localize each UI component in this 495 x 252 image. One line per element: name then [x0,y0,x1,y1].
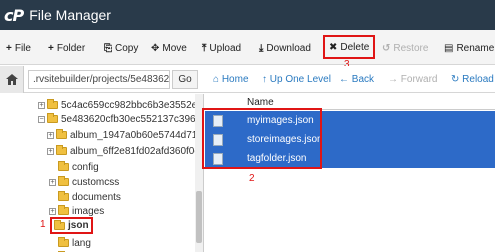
tree-item[interactable]: + album_1947a0b60e5744d71f619 [47,128,203,142]
reload-button[interactable]: ↻ Reload [451,74,494,85]
restore-button[interactable]: ↺ Restore [382,39,428,57]
expand-icon[interactable]: − [38,115,45,123]
tree-item[interactable]: documents [58,190,121,204]
plus-icon: + [6,42,12,54]
copy-icon: ⎘ [104,42,112,54]
back-button[interactable]: ← Back [339,74,374,85]
expand-icon[interactable]: + [47,131,54,139]
move-icon: ✥ [151,42,160,54]
move-button[interactable]: ✥ Move [151,39,187,57]
path-bar: .rvsitebuilder/projects/5e48362f Go ⌂ Ho… [0,66,495,93]
tree-item[interactable]: −5e483620cfb30ec552137c396d2b9 [38,112,203,126]
folder-icon [58,237,69,247]
folder-icon [58,205,69,215]
up-one-level-button[interactable]: ↑ Up One Level [262,74,331,85]
name-column-header: Name [247,97,274,108]
toolbar: + File + Folder ⎘ Copy ✥ Move ⤒ Upload ⤓ Downl… [0,30,495,70]
folder-icon [56,129,67,139]
forward-button[interactable]: → Forward [388,74,437,85]
annotation-1: 1 [40,219,46,230]
reload-icon: ↻ [451,74,460,85]
go-button[interactable]: Go [172,70,198,89]
arrow-right-icon: → [388,74,398,85]
tree-item[interactable]: lang [58,236,91,250]
scroll-thumb[interactable] [196,191,202,243]
path-input[interactable]: .rvsitebuilder/projects/5e48362f [28,70,170,89]
close-icon: ✖ [329,41,338,53]
delete-button[interactable]: ✖ Delete [323,35,376,59]
folder-icon [56,145,67,155]
selected-files-highlight [202,108,322,169]
tree-item[interactable]: + album_6ff2e81fd02afd360f0c67 [47,144,203,158]
folder-icon [58,176,69,186]
expand-icon[interactable]: + [49,178,56,186]
home-icon[interactable] [0,66,24,93]
upload-button[interactable]: ⤒ Upload [202,39,241,57]
folder-icon [47,99,58,109]
download-icon: ⤓ [259,42,264,54]
copy-button[interactable]: ⎘ Copy [104,39,138,57]
folder-icon [54,219,65,230]
expand-icon[interactable]: + [47,147,54,155]
app-title: File Manager [29,7,111,23]
home-nav-button[interactable]: ⌂ Home [213,74,249,85]
file-icon: ▤ [444,42,454,54]
expand-icon[interactable]: + [49,207,56,215]
arrow-left-icon: ← [339,74,349,85]
new-file-button[interactable]: + File [6,39,31,57]
undo-icon: ↺ [382,42,391,54]
rename-button[interactable]: ▤ Rename [444,39,494,57]
new-folder-button[interactable]: + Folder [48,39,85,57]
home-icon: ⌂ [213,74,220,85]
arrow-up-icon: ↑ [262,74,267,85]
title-bar: cP File Manager [0,0,495,30]
download-button[interactable]: ⤓ Download [259,39,311,57]
annotation-2: 2 [249,173,255,184]
cpanel-logo: cP [4,5,24,25]
folder-icon [58,161,69,171]
tree-item-json[interactable]: json [50,217,93,234]
expand-icon[interactable]: + [38,101,45,109]
tree-item[interactable]: + customcss [49,175,119,189]
upload-icon: ⤒ [202,42,207,54]
tree-item[interactable]: config [58,160,99,174]
folder-icon [58,191,69,201]
tree-item[interactable]: + images [49,204,104,218]
tree-item[interactable]: +5c4ac659cc982bbc6b3e3552e11c3 [38,98,203,112]
folder-icon [47,113,58,123]
plus-icon: + [48,42,54,54]
folder-tree: +5c4ac659cc982bbc6b3e3552e11c3 −5e483620… [0,94,204,252]
